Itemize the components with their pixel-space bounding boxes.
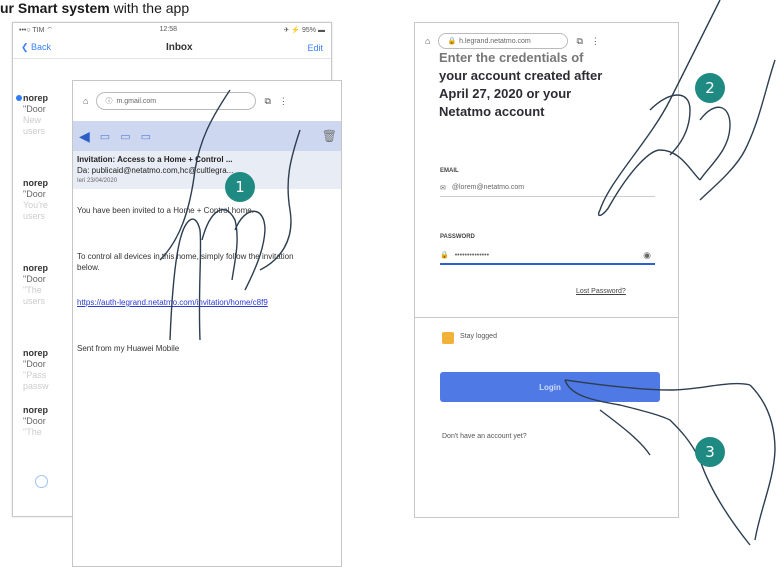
signup-text[interactable]: Don't have an account yet? xyxy=(442,433,527,440)
back-arrow-icon[interactable]: ◀ xyxy=(79,128,90,145)
hand-pointer-2 xyxy=(598,0,776,217)
step-1-badge: 1 xyxy=(225,172,255,202)
mail-item[interactable]: norep "Door New users xyxy=(23,93,48,137)
mail-item[interactable]: norep "Door "The xyxy=(23,405,48,438)
back-button[interactable]: ❮ Back xyxy=(21,42,51,53)
step-3-badge: 3 xyxy=(695,437,725,467)
mail-item[interactable]: norep "Door "Pass passw xyxy=(23,348,49,392)
clock: 12:58 xyxy=(159,26,178,33)
compose-icon[interactable] xyxy=(35,475,48,488)
lock-icon: ⓘ xyxy=(105,98,113,105)
inbox-title: Inbox xyxy=(165,42,193,53)
reply-icon[interactable]: ▭ xyxy=(100,130,110,143)
heading-bold: ur Smart system xyxy=(0,0,110,16)
instruction-heading: ur Smart system with the app xyxy=(0,0,189,16)
mail-item[interactable]: norep "Door You're users xyxy=(23,178,48,222)
hand-pointer-1 xyxy=(159,89,301,341)
status-bar: •••○ TIM ⌔ 12:58 ✈ ⚡ 95% ▬ xyxy=(13,23,331,37)
step-2-badge: 2 xyxy=(695,73,725,103)
move-icon[interactable]: ▭ xyxy=(120,130,130,143)
stay-logged-checkbox[interactable] xyxy=(442,332,454,344)
carrier: •••○ TIM ⌔ xyxy=(19,27,53,34)
mail-item[interactable]: norep "Door "The users xyxy=(23,263,48,307)
stay-logged-label: Stay logged xyxy=(460,333,497,340)
hand-pointer-3 xyxy=(564,379,776,546)
battery: ✈ ⚡ 95% ▬ xyxy=(283,27,325,34)
unread-dot xyxy=(16,95,22,101)
heading-rest: with the app xyxy=(109,0,190,16)
home-icon[interactable]: ⌂ xyxy=(83,96,88,106)
edit-button[interactable]: Edit xyxy=(307,43,323,53)
inbox-nav: ❮ Back Inbox Edit xyxy=(13,37,331,59)
